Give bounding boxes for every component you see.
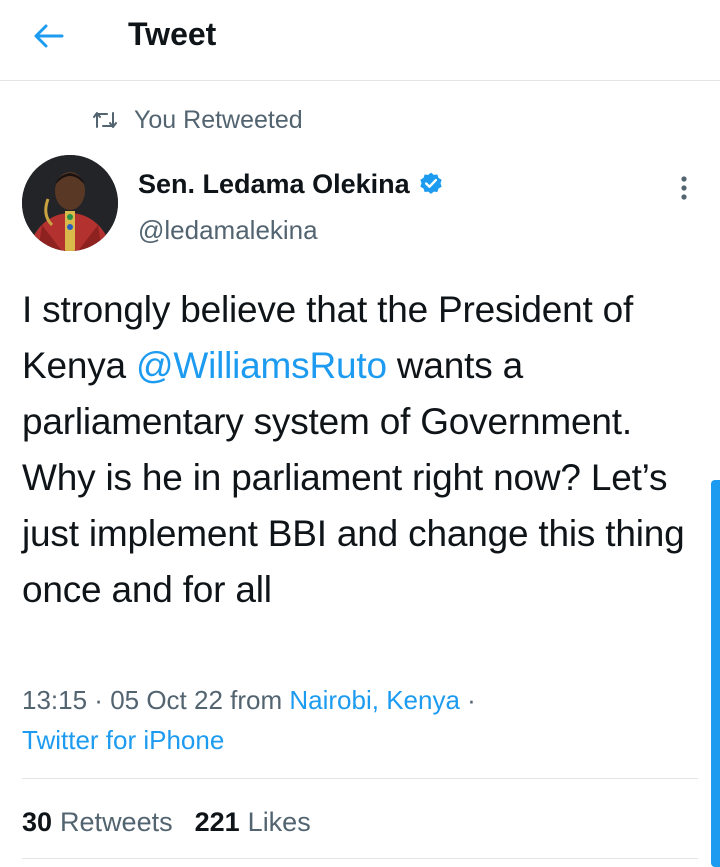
- more-vertical-icon: [681, 176, 687, 200]
- top-bar: Tweet: [0, 0, 720, 80]
- likes-count[interactable]: 221: [195, 802, 240, 842]
- arrow-left-icon: [34, 24, 64, 48]
- author-name-row[interactable]: Sen. Ledama Olekina: [138, 166, 444, 202]
- retweets-label[interactable]: Retweets: [60, 802, 173, 842]
- page-title: Tweet: [128, 16, 217, 52]
- meta-separator: ·: [87, 685, 111, 715]
- more-options-button[interactable]: [666, 170, 702, 206]
- profile-photo: [22, 155, 118, 251]
- header-divider: [0, 80, 720, 81]
- author-handle[interactable]: @ledamalekina: [138, 212, 318, 248]
- stats-divider: [22, 858, 698, 859]
- likes-label[interactable]: Likes: [248, 802, 311, 842]
- retweets-count[interactable]: 30: [22, 802, 52, 842]
- retweet-indicator: You Retweeted: [92, 104, 303, 136]
- tweet-date: 05 Oct 22: [110, 685, 223, 715]
- retweet-icon: [93, 112, 117, 128]
- meta-divider: [22, 778, 698, 779]
- client-link[interactable]: Twitter for iPhone: [22, 725, 224, 755]
- tweet-stats: 30 Retweets 221 Likes: [22, 802, 333, 842]
- location-link[interactable]: Nairobi, Kenya: [289, 685, 460, 715]
- tweet-time: 13:15: [22, 685, 88, 715]
- meta-separator: ·: [459, 685, 476, 715]
- avatar[interactable]: [22, 155, 118, 251]
- retweet-label: You Retweeted: [134, 106, 303, 134]
- tweet-meta: 13:15 · 05 Oct 22 from Nairobi, Kenya · …: [22, 680, 702, 760]
- author-name[interactable]: Sen. Ledama Olekina: [138, 166, 410, 202]
- back-button[interactable]: [26, 16, 72, 56]
- scrollbar[interactable]: [711, 480, 720, 867]
- mention-link[interactable]: @WilliamsRuto: [136, 345, 387, 386]
- verified-badge-icon: [419, 172, 442, 194]
- from-label: from: [222, 685, 290, 715]
- tweet-text: I strongly believe that the President of…: [22, 282, 712, 618]
